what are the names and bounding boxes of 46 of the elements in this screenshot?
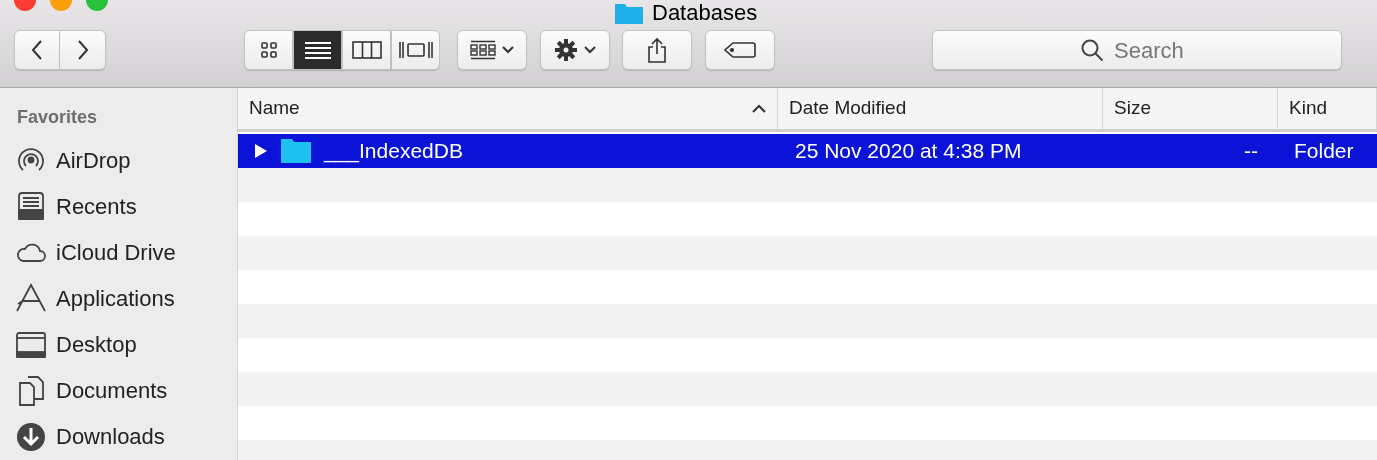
chevron-right-icon [76,40,89,60]
sidebar-item[interactable]: iCloud Drive [14,229,237,276]
view-mode-button[interactable] [342,30,391,70]
sidebar-heading: Favorites [17,106,99,129]
settings-icon [554,38,578,62]
column-header[interactable]: Kind [1278,88,1377,129]
file-size: -- [1243,138,1259,165]
sidebar-item[interactable]: Desktop [14,321,237,368]
sort-ascending-icon [752,104,766,113]
search-input[interactable]: Search [1114,33,1194,67]
sidebar-item[interactable]: Applications [14,275,237,322]
gallery-icon [398,41,433,59]
file-row[interactable]: ___IndexedDB 25 Nov 2020 at 4:38 PM -- Folder [238,134,1377,168]
share-button[interactable] [622,30,692,70]
folder-icon [280,138,312,164]
view-mode-button[interactable] [293,30,342,70]
chevron-left-icon [31,40,43,60]
sidebar-item[interactable]: Recents [14,183,237,230]
share-icon [647,37,667,63]
columns-icon [351,41,382,59]
grid-icon [259,41,278,59]
group-button[interactable] [457,30,527,70]
view-mode-button[interactable] [391,30,440,70]
column-header[interactable]: Date Modified [778,88,1103,129]
file-kind: Folder [1293,138,1355,165]
settings-button[interactable] [540,30,610,70]
window-title: Databases [652,0,758,27]
back-button[interactable] [14,30,60,70]
chevron-down-icon [584,46,596,54]
grid-icon [470,40,496,60]
column-header[interactable]: Name [238,88,778,129]
chevron-down-icon [502,46,514,54]
tag-icon [724,41,756,59]
search-field[interactable]: Search [932,30,1342,70]
disclosure-triangle-icon [254,143,268,159]
list-icon [303,40,332,60]
forward-button[interactable] [60,30,106,70]
sidebar-item[interactable]: Downloads [14,413,237,460]
file-name: ___IndexedDB [324,138,463,165]
sidebar-item[interactable]: AirDrop [14,137,237,184]
column-header[interactable]: Size [1103,88,1278,129]
sidebar-item[interactable]: Documents [14,367,237,414]
search-icon [1080,38,1104,62]
view-mode-button[interactable] [244,30,293,70]
date-modified: 25 Nov 2020 at 4:38 PM [794,138,1023,165]
tag-button[interactable] [705,30,775,70]
